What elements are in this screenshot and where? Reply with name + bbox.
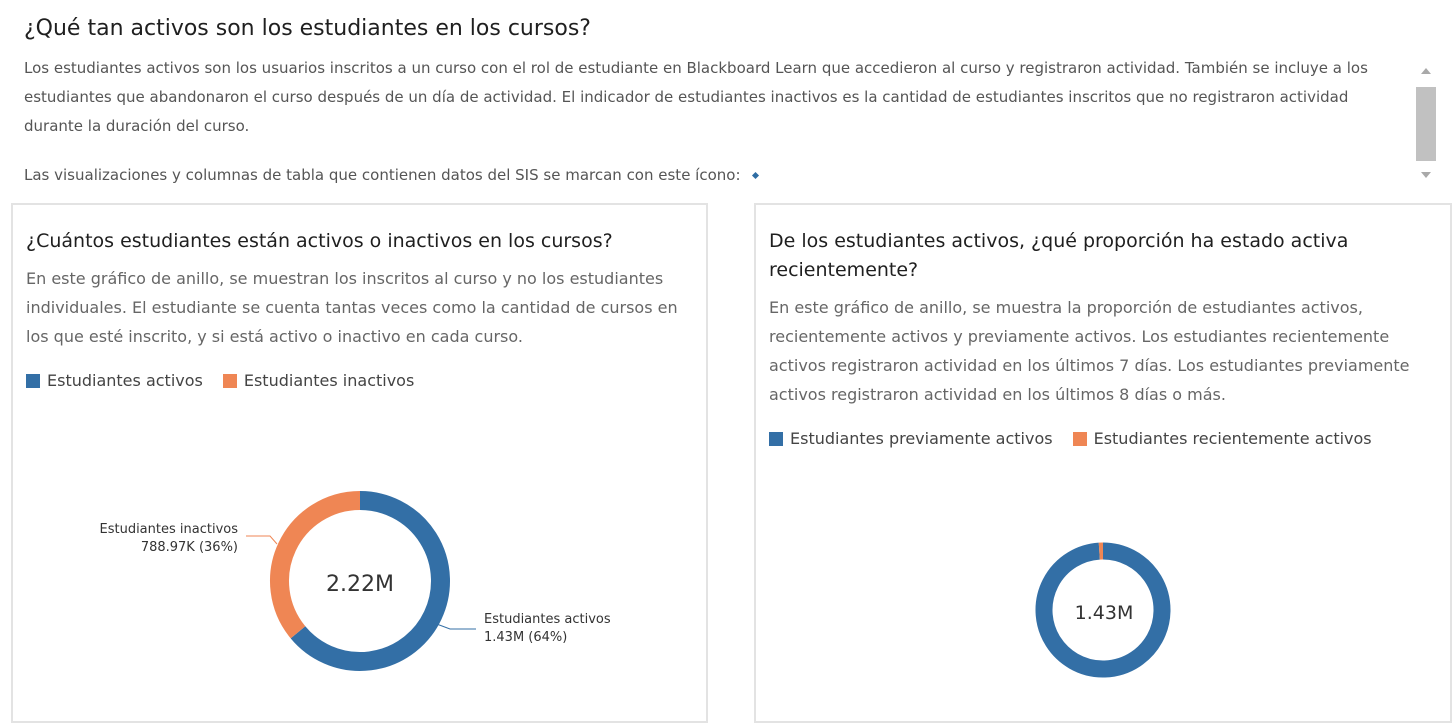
- data-label-inactive-value: 788.97K (36%): [141, 540, 238, 555]
- intro-description: Los estudiantes activos son los usuarios…: [24, 54, 1394, 141]
- data-label-active-name: Estudiantes activos: [484, 612, 611, 627]
- recent-activity-donut-chart: 1.43M: [756, 205, 1450, 721]
- data-label-active-value: 1.43M (64%): [484, 630, 567, 645]
- leader-line-active: [434, 623, 476, 629]
- intro-scrollbar[interactable]: [1414, 62, 1438, 186]
- scroll-thumb[interactable]: [1416, 87, 1436, 161]
- scroll-up-arrow-icon[interactable]: [1421, 68, 1431, 74]
- data-label-inactive-name: Estudiantes inactivos: [100, 522, 239, 537]
- scroll-down-arrow-icon[interactable]: [1421, 172, 1431, 178]
- recent-activity-card: De los estudiantes activos, ¿qué proporc…: [754, 203, 1452, 723]
- active-inactive-card: ¿Cuántos estudiantes están activos o ina…: [11, 203, 708, 723]
- sis-note-text: Las visualizaciones y columnas de tabla …: [24, 166, 741, 184]
- sis-note: Las visualizaciones y columnas de tabla …: [24, 161, 1394, 190]
- page-title: ¿Qué tan activos son los estudiantes en …: [24, 14, 591, 44]
- active-inactive-donut-chart: 2.22M Estudiantes inactivos 788.97K (36%…: [13, 205, 706, 721]
- donut-center-value: 1.43M: [1075, 602, 1134, 624]
- sis-diamond-icon: [751, 172, 758, 179]
- donut-center-value: 2.22M: [326, 572, 394, 597]
- leader-line-inactive: [246, 536, 277, 544]
- donut-slice-inactive[interactable]: [280, 501, 360, 633]
- intro-text: Los estudiantes activos son los usuarios…: [24, 54, 1394, 192]
